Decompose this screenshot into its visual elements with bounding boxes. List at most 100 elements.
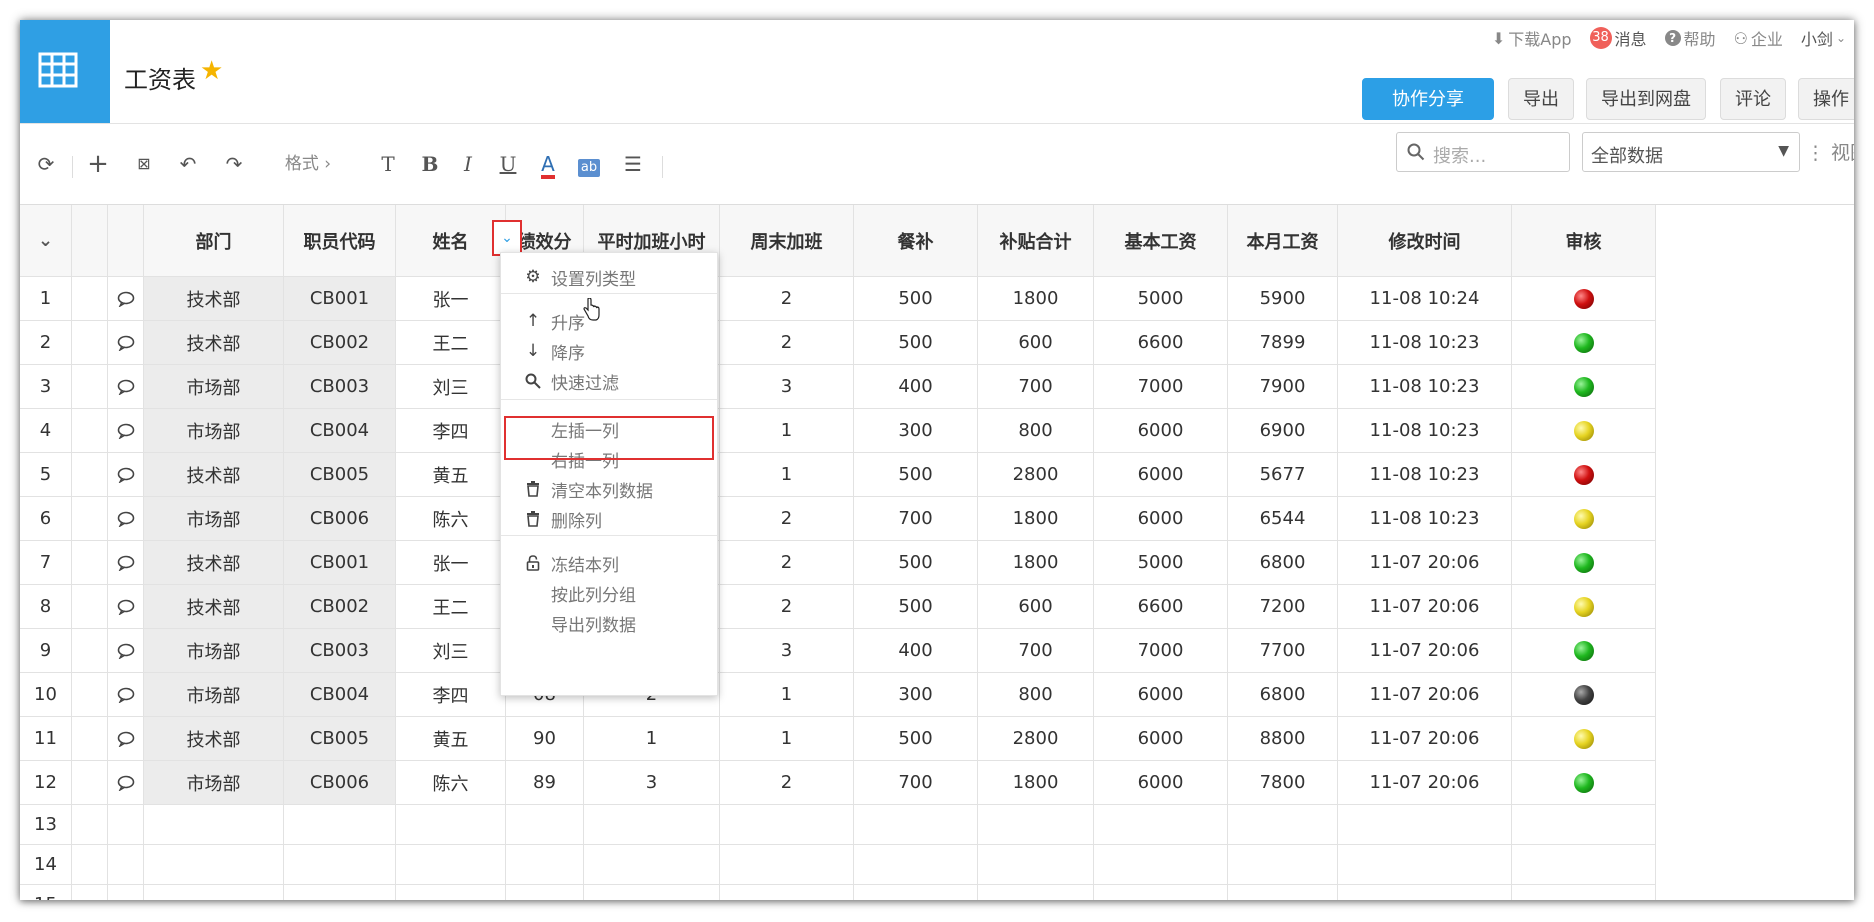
select-all-toggle[interactable]: ⌄ [20, 205, 72, 277]
table-cell[interactable]: 1 [584, 717, 720, 761]
table-cell[interactable]: 黄五 [396, 717, 506, 761]
empty-cell[interactable] [720, 885, 854, 900]
status-cell[interactable] [1512, 761, 1656, 805]
status-cell[interactable] [1512, 365, 1656, 409]
row-number[interactable]: 5 [20, 453, 72, 497]
status-cell[interactable] [1512, 541, 1656, 585]
table-cell[interactable]: 700 [854, 497, 978, 541]
status-cell[interactable] [1512, 717, 1656, 761]
empty-cell[interactable] [144, 805, 284, 845]
status-cell[interactable] [1512, 277, 1656, 321]
column-header[interactable]: 餐补 [854, 205, 978, 277]
empty-cell[interactable] [720, 845, 854, 885]
table-cell[interactable]: 7700 [1228, 629, 1338, 673]
table-cell[interactable]: 市场部 [144, 673, 284, 717]
table-cell[interactable]: CB002 [284, 585, 396, 629]
table-cell[interactable]: 1800 [978, 497, 1094, 541]
table-cell[interactable]: 500 [854, 717, 978, 761]
table-cell[interactable]: CB001 [284, 541, 396, 585]
table-cell[interactable]: 5677 [1228, 453, 1338, 497]
export-disk-button[interactable]: 导出到网盘 [1586, 78, 1706, 120]
table-cell[interactable]: 7899 [1228, 321, 1338, 365]
row-number[interactable]: 12 [20, 761, 72, 805]
table-cell[interactable]: 700 [978, 629, 1094, 673]
table-cell[interactable]: CB004 [284, 409, 396, 453]
row-number[interactable]: 13 [20, 805, 72, 845]
row-number[interactable]: 3 [20, 365, 72, 409]
empty-cell[interactable] [1338, 885, 1512, 900]
format-menu[interactable]: 格式 › [276, 146, 340, 182]
status-cell[interactable] [1512, 673, 1656, 717]
table-cell[interactable]: 700 [854, 761, 978, 805]
table-cell[interactable]: 技术部 [144, 585, 284, 629]
table-cell[interactable]: 市场部 [144, 629, 284, 673]
download-app-link[interactable]: ⬇ 下载App [1492, 26, 1572, 50]
row-checkbox-cell[interactable] [72, 321, 108, 365]
empty-cell[interactable] [1094, 805, 1228, 845]
status-cell[interactable] [1512, 629, 1656, 673]
text-type-icon[interactable]: T [374, 146, 402, 182]
table-cell[interactable]: 5000 [1094, 541, 1228, 585]
table-cell[interactable]: 张一 [396, 541, 506, 585]
column-menu-button[interactable]: ⌄ [492, 220, 522, 256]
table-cell[interactable]: 11-08 10:23 [1338, 409, 1512, 453]
refresh-icon[interactable]: ⟳ [32, 146, 60, 182]
row-number[interactable]: 10 [20, 673, 72, 717]
view-menu[interactable]: ⋮ 视图 [1806, 138, 1854, 165]
menu-item[interactable]: ⚙ 设置列类型 [501, 261, 717, 293]
row-number[interactable]: 15 [20, 885, 72, 900]
status-cell[interactable] [1512, 497, 1656, 541]
row-number[interactable]: 4 [20, 409, 72, 453]
table-cell[interactable]: 技术部 [144, 541, 284, 585]
comment-icon[interactable] [108, 277, 144, 321]
table-cell[interactable]: 11-07 20:06 [1338, 761, 1512, 805]
column-header[interactable]: 审核 [1512, 205, 1656, 277]
empty-cell[interactable] [1094, 845, 1228, 885]
empty-cell[interactable] [854, 805, 978, 845]
empty-cell[interactable] [506, 845, 584, 885]
empty-cell[interactable] [1512, 805, 1656, 845]
status-cell[interactable] [1512, 453, 1656, 497]
row-checkbox-cell[interactable] [72, 409, 108, 453]
table-cell[interactable]: 2 [720, 497, 854, 541]
empty-cell[interactable] [978, 845, 1094, 885]
table-cell[interactable]: CB001 [284, 277, 396, 321]
empty-cell[interactable] [978, 885, 1094, 900]
table-cell[interactable]: 2 [720, 321, 854, 365]
table-cell[interactable]: 6000 [1094, 453, 1228, 497]
row-checkbox-cell[interactable] [72, 365, 108, 409]
table-cell[interactable]: 6800 [1228, 541, 1338, 585]
table-cell[interactable]: 7800 [1228, 761, 1338, 805]
table-cell[interactable]: 3 [720, 629, 854, 673]
menu-item[interactable]: 快速过滤 [501, 365, 717, 397]
row-checkbox-cell[interactable] [72, 805, 108, 845]
table-cell[interactable]: 7000 [1094, 365, 1228, 409]
table-cell[interactable]: 11-07 20:06 [1338, 585, 1512, 629]
empty-cell[interactable] [854, 845, 978, 885]
row-number[interactable]: 7 [20, 541, 72, 585]
empty-cell[interactable] [506, 805, 584, 845]
table-cell[interactable]: 600 [978, 321, 1094, 365]
table-cell[interactable]: 11-08 10:23 [1338, 497, 1512, 541]
table-cell[interactable]: 2 [720, 761, 854, 805]
table-cell[interactable]: 李四 [396, 409, 506, 453]
column-header[interactable]: 周末加班 [720, 205, 854, 277]
table-cell[interactable]: 李四 [396, 673, 506, 717]
empty-cell[interactable] [1338, 805, 1512, 845]
row-checkbox-cell[interactable] [72, 453, 108, 497]
comment-icon[interactable] [108, 409, 144, 453]
table-cell[interactable]: 700 [978, 365, 1094, 409]
empty-cell[interactable] [108, 805, 144, 845]
empty-cell[interactable] [144, 885, 284, 900]
table-cell[interactable]: CB005 [284, 717, 396, 761]
empty-cell[interactable] [284, 885, 396, 900]
empty-cell[interactable] [1094, 885, 1228, 900]
table-cell[interactable]: 陈六 [396, 497, 506, 541]
table-cell[interactable]: 300 [854, 409, 978, 453]
row-number[interactable]: 8 [20, 585, 72, 629]
table-cell[interactable]: 2800 [978, 453, 1094, 497]
underline-icon[interactable]: U [494, 146, 522, 182]
row-checkbox-cell[interactable] [72, 277, 108, 321]
empty-cell[interactable] [854, 885, 978, 900]
empty-cell[interactable] [506, 885, 584, 900]
